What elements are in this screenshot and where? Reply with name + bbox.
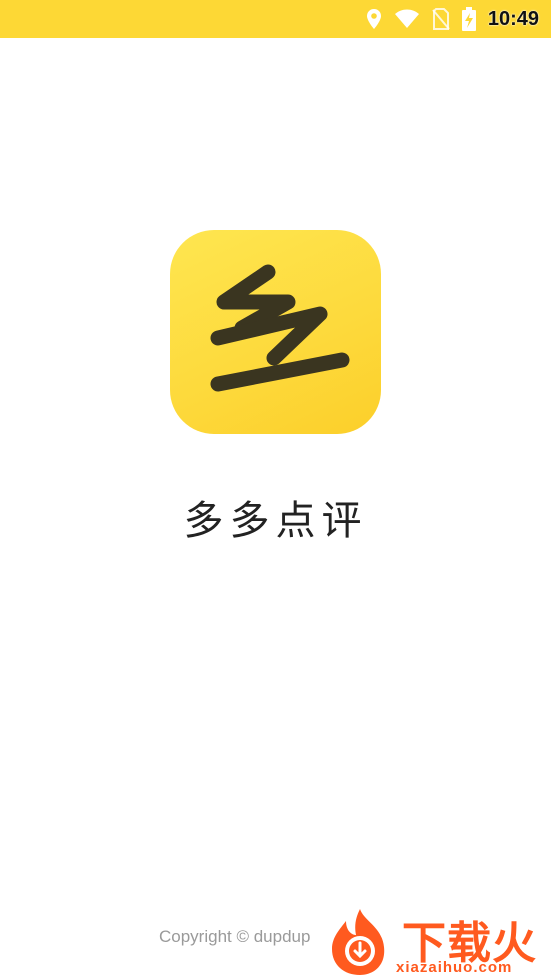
app-logo-icon [170, 230, 381, 434]
copyright-text: Copyright © dupdup [159, 927, 311, 946]
battery-charging-icon [461, 7, 476, 31]
status-clock: 10:49 [487, 7, 539, 30]
status-icons: 10:49 [366, 6, 539, 32]
status-bar: 10:49 [0, 0, 551, 38]
flame-download-icon [324, 907, 396, 979]
location-icon [366, 8, 382, 30]
wifi-icon [394, 9, 420, 29]
watermark: 下载火 xiazaihuo.com [320, 905, 551, 979]
watermark-url: xiazaihuo.com [396, 959, 513, 976]
app-name: 多多点评 [183, 498, 368, 544]
logo-glyph-icon [210, 264, 350, 392]
splash-screen: 10:49 多多点评 Copyright © dupdup 下载火 xiazai… [0, 0, 551, 979]
no-sim-icon [432, 8, 450, 30]
